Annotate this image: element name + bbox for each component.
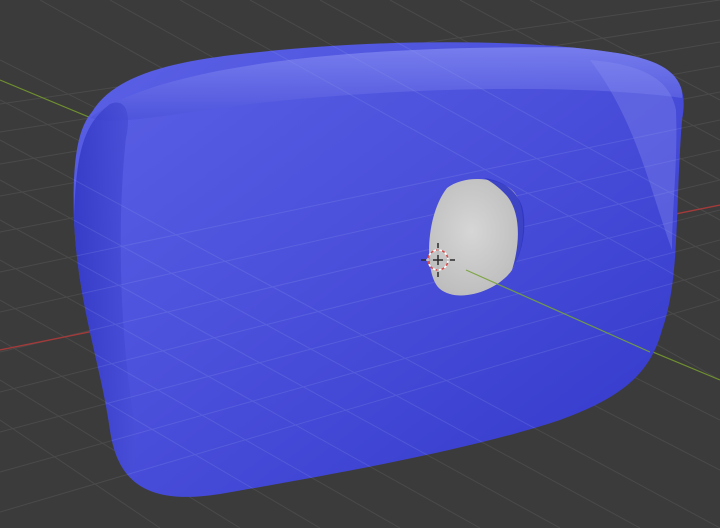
mesh-object[interactable] — [0, 0, 720, 528]
3d-viewport[interactable] — [0, 0, 720, 528]
viewport-canvas[interactable] — [0, 0, 720, 528]
